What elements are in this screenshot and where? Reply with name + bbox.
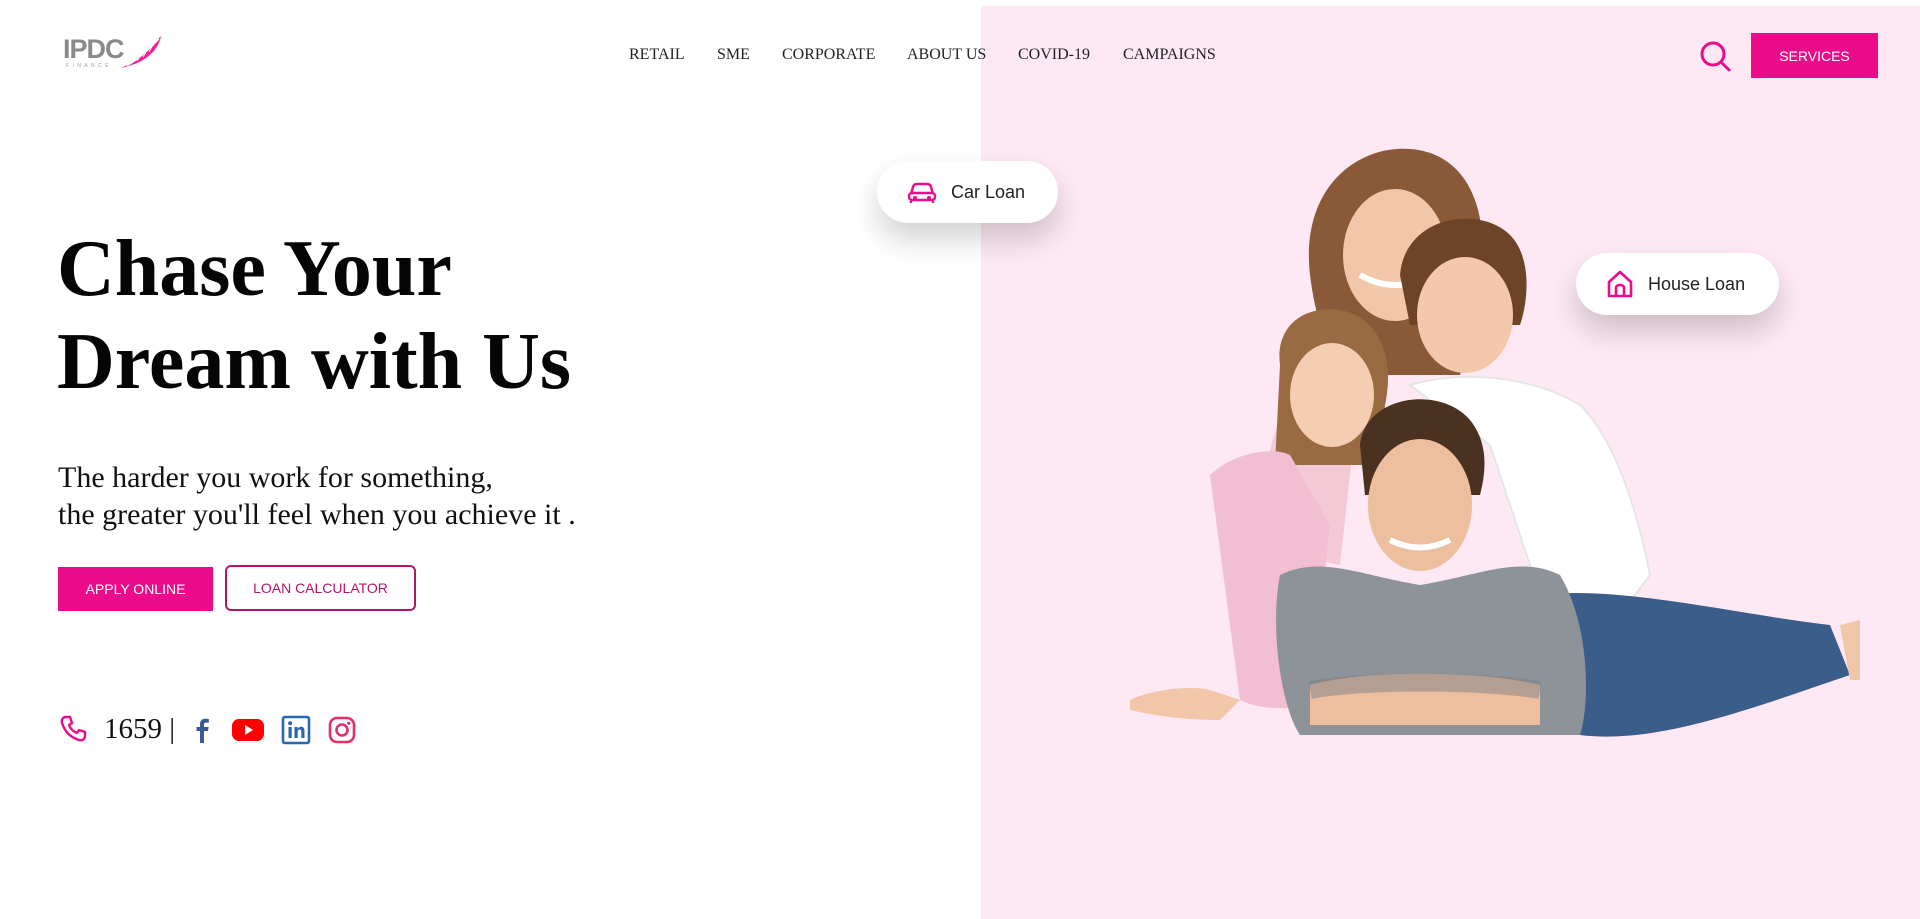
- hero-subtitle-line-1: The harder you work for something,: [58, 461, 493, 494]
- hero-subtitle-line-2: the greater you'll feel when you achieve…: [58, 498, 576, 531]
- search-icon[interactable]: [1698, 39, 1732, 73]
- feather-logo-icon: [121, 36, 161, 68]
- family-photo: [1130, 148, 1860, 737]
- instagram-icon[interactable]: [327, 715, 357, 745]
- house-loan-label: House Loan: [1648, 273, 1746, 294]
- hero-subtitle: The harder you work for something, the g…: [58, 459, 778, 533]
- apply-online-button[interactable]: APPLY ONLINE: [58, 567, 213, 611]
- youtube-icon[interactable]: [231, 715, 265, 745]
- nav-item-retail[interactable]: RETAIL: [629, 46, 685, 64]
- hero-title-line-1: Chase Your: [57, 225, 452, 313]
- services-button[interactable]: SERVICES: [1751, 33, 1878, 78]
- phone-icon[interactable]: [58, 714, 88, 744]
- car-loan-label: Car Loan: [951, 181, 1026, 202]
- loan-calculator-button[interactable]: LOAN CALCULATOR: [225, 565, 416, 611]
- car-loan-chip[interactable]: Car Loan: [877, 161, 1058, 223]
- hotline-number[interactable]: 1659 |: [104, 713, 175, 746]
- nav-item-campaigns[interactable]: CAMPAIGNS: [1123, 46, 1216, 64]
- nav-item-covid-19[interactable]: COVID-19: [1018, 46, 1090, 64]
- hero-title: Chase Your Dream with Us: [57, 223, 777, 409]
- ipdc-logo[interactable]: IPDC FINANCE: [63, 34, 163, 74]
- hero-title-line-2: Dream with Us: [57, 318, 572, 406]
- house-icon: [1607, 270, 1633, 298]
- car-icon: [907, 182, 937, 203]
- facebook-icon[interactable]: [187, 715, 217, 745]
- nav-item-sme[interactable]: SME: [717, 46, 750, 64]
- nav-item-about-us[interactable]: ABOUT US: [907, 46, 986, 64]
- logo-text: IPDC: [63, 34, 125, 64]
- nav-item-corporate[interactable]: CORPORATE: [782, 46, 875, 64]
- linkedin-icon[interactable]: [281, 715, 311, 745]
- house-loan-chip[interactable]: House Loan: [1576, 253, 1779, 315]
- logo-subtext: FINANCE: [66, 63, 112, 69]
